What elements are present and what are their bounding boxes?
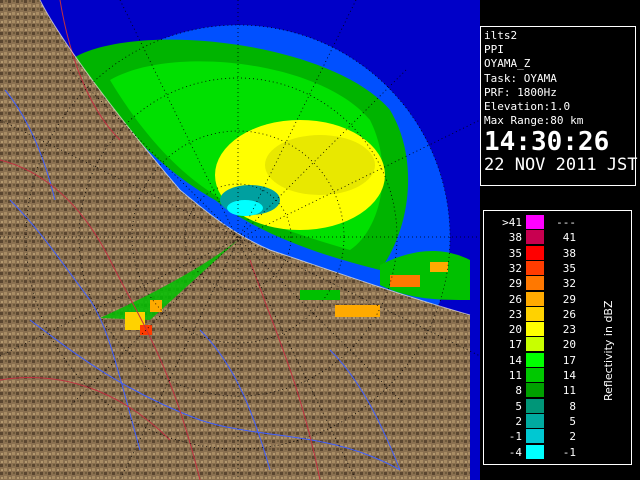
legend-upper-bound: 17 (562, 353, 576, 367)
legend-color-swatch (526, 352, 544, 367)
observation-date: 22 NOV 2011 JST (484, 155, 638, 176)
legend-lower-bound: 17 (508, 338, 522, 352)
legend-color-swatch (526, 291, 544, 306)
station-name: ilts2 (484, 29, 518, 42)
legend-row: 29 32 (484, 276, 594, 291)
legend-upper-bound: 5 (569, 414, 576, 428)
legend-lower-bound: 26 (508, 292, 522, 306)
legend-row: >41 --- (484, 215, 594, 230)
reflectivity-legend: >41 --- 38 41 35 38 32 35 29 32 26 29 23 26 20 23 17 20 14… (483, 210, 632, 465)
legend-title-text: Reflectivity in dBZ (602, 300, 615, 401)
legend-row: 8 11 (484, 383, 594, 398)
legend-upper-bound: 8 (569, 399, 576, 413)
legend-color-swatch (526, 429, 544, 444)
legend-color-swatch (526, 444, 544, 459)
legend-upper-bound: 41 (562, 231, 576, 245)
legend-upper-bound: -1 (562, 445, 576, 459)
legend-lower-bound: 35 (508, 246, 522, 260)
legend-row: 17 20 (484, 337, 594, 352)
task-name: Task: OYAMA (484, 71, 557, 85)
legend-row: -1 2 (484, 429, 594, 444)
product-name: OYAMA_Z (484, 57, 531, 71)
legend-lower-bound: 5 (515, 399, 522, 413)
radar-ppi-display[interactable] (0, 0, 480, 480)
legend-color-swatch (526, 398, 544, 413)
legend-lower-bound: 32 (508, 261, 522, 275)
legend-title: Reflectivity in dBZ (602, 251, 618, 431)
legend-upper-bound: 29 (562, 292, 576, 306)
legend-lower-bound: 23 (508, 307, 522, 321)
legend-upper-bound: 26 (562, 307, 576, 321)
legend-upper-bound: 32 (562, 277, 576, 291)
legend-color-swatch (526, 383, 544, 398)
max-range-value: Max Range:80 km (484, 114, 584, 128)
legend-row: 32 35 (484, 260, 594, 276)
elevation-value: Elevation:1.0 (484, 100, 571, 114)
legend-row: 58 (484, 398, 594, 414)
radar-info-panel: ilts2 PPI OYAMA_Z Task: OYAMA PRF: 1800H… (480, 26, 638, 186)
legend-color-swatch (526, 413, 544, 428)
legend-lower-bound: 8 (515, 384, 522, 398)
display-mode: PPI (484, 43, 504, 57)
legend-row: 11 14 (484, 368, 594, 383)
legend-upper-bound: 2 (569, 430, 576, 444)
prf-value: PRF: 1800Hz (484, 85, 557, 99)
legend-lower-bound: 11 (508, 369, 522, 382)
legend-row: -4 -1 (484, 444, 594, 460)
legend-row: 20 23 (484, 322, 594, 337)
legend-lower-bound: 20 (508, 323, 522, 337)
legend-color-swatch (526, 276, 544, 291)
legend-row: 14 17 (484, 352, 594, 368)
legend-lower-bound: 38 (508, 231, 522, 245)
legend-color-swatch (526, 368, 544, 382)
legend-lower-bound: 14 (508, 353, 522, 367)
legend-upper-bound: 23 (562, 323, 576, 337)
legend-upper-bound: 35 (562, 261, 576, 275)
legend-upper-bound: 38 (562, 246, 576, 260)
legend-color-swatch (526, 322, 544, 337)
legend-color-swatch (526, 306, 544, 321)
observation-time: 14:30:26 (484, 127, 610, 158)
legend-lower-bound: 29 (508, 277, 522, 291)
legend-lower-bound: >41 (502, 216, 522, 229)
legend-row: 35 38 (484, 245, 594, 261)
legend-row: 25 (484, 413, 594, 429)
legend-row: 26 29 (484, 291, 594, 307)
legend-color-swatch (526, 260, 544, 275)
legend-upper-bound: 11 (562, 384, 576, 398)
legend-row: 23 26 (484, 306, 594, 322)
legend-upper-bound: 20 (562, 338, 576, 352)
legend-color-swatch (526, 215, 544, 229)
legend-lower-bound: -4 (508, 445, 522, 459)
legend-upper-bound: 14 (562, 369, 576, 382)
legend-color-swatch (526, 230, 544, 245)
legend-lower-bound: -1 (508, 430, 522, 444)
legend-color-swatch (526, 245, 544, 260)
legend-row: 38 41 (484, 230, 594, 245)
legend-color-swatch (526, 337, 544, 352)
legend-upper-bound: --- (556, 216, 576, 229)
legend-lower-bound: 2 (515, 414, 522, 428)
